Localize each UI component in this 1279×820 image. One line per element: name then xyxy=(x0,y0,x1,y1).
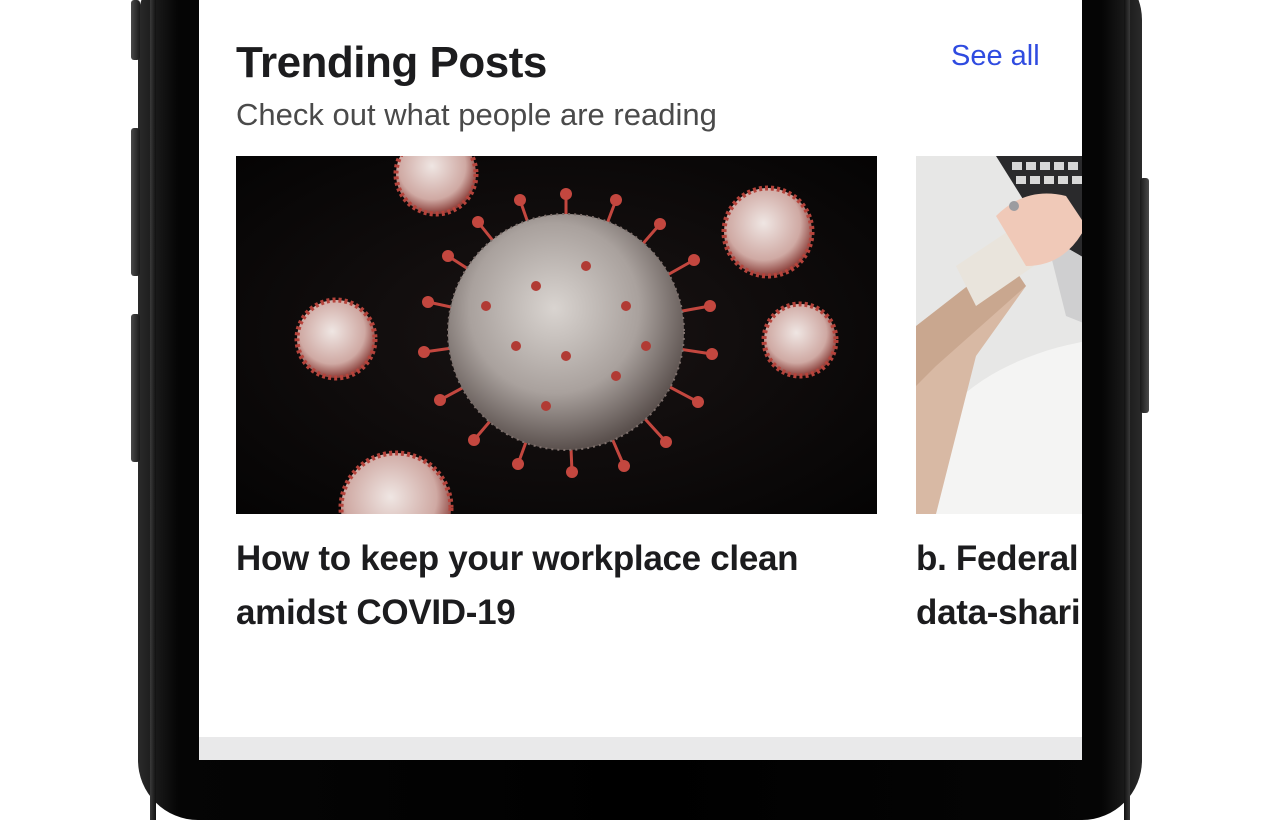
post-card[interactable]: b. Federal data-shari xyxy=(916,156,1082,640)
mute-switch xyxy=(131,0,140,60)
section-subtitle: Check out what people are reading xyxy=(236,97,717,132)
phone-rim-right xyxy=(1124,0,1130,820)
post-title: b. Federal data-shari xyxy=(916,532,1082,640)
post-title: How to keep your workplace clean amidst … xyxy=(236,539,799,632)
volume-down-button xyxy=(131,314,140,462)
power-button xyxy=(1140,178,1149,413)
section-title: Trending Posts xyxy=(236,38,547,87)
coronavirus-image xyxy=(236,156,877,514)
volume-up-button xyxy=(131,128,140,276)
section-divider xyxy=(199,737,1082,760)
post-title-line: b. Federal xyxy=(916,539,1079,578)
phone-rim-left xyxy=(150,0,156,820)
post-card[interactable]: How to keep your workplace clean amidst … xyxy=(236,156,877,640)
post-title-line: data-shari xyxy=(916,593,1081,632)
see-all-link[interactable]: See all xyxy=(951,40,1040,73)
phone-screen: Trending Posts Check out what people are… xyxy=(199,0,1082,760)
laptop-typing-image xyxy=(916,156,1082,514)
